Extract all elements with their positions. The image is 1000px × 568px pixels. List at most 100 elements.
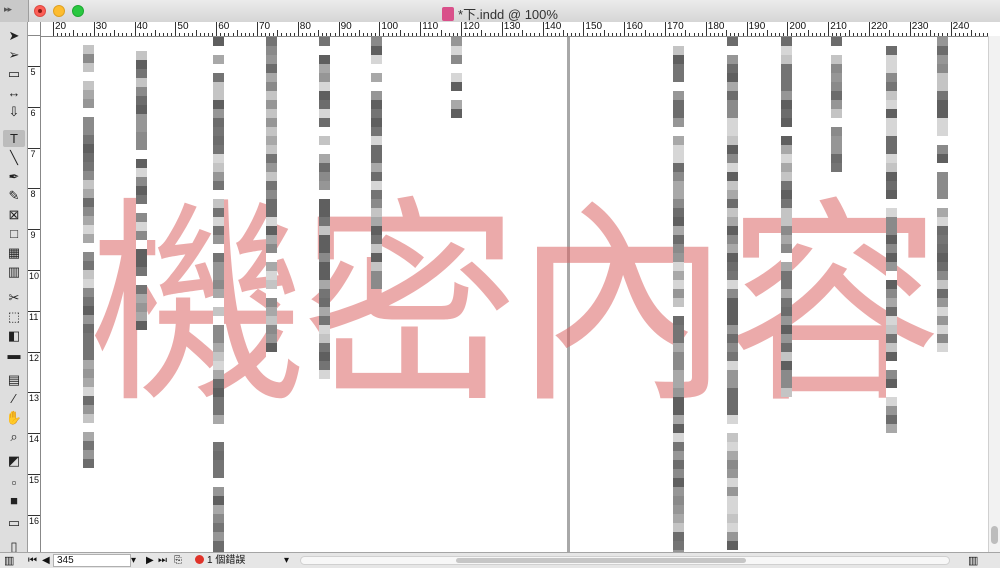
pen-tool-icon[interactable]: ✒ [3,168,25,185]
gradient-swatch-tool-icon[interactable]: ◧ [3,327,25,344]
horizontal-scrollbar[interactable] [300,556,950,565]
text-column[interactable] [937,37,948,352]
ruler-label: 130 [503,22,521,32]
ruler-label: 30 [95,22,107,32]
next-page-icon[interactable]: ▶ [146,554,154,568]
indd-document-icon [442,7,455,21]
vertical-scroll-thumb[interactable] [991,526,998,544]
page-menu-chevron-icon[interactable]: ▾ [131,554,136,568]
gradient-feather-tool-icon[interactable]: ▬ [3,346,25,363]
text-column[interactable] [371,37,382,289]
ruler-label: 11 [29,311,39,322]
grid-tool-icon[interactable]: ▥ [3,263,25,280]
ruler-origin[interactable] [28,22,41,36]
ruler-label: 140 [544,22,562,32]
ruler-label: 7 [30,148,36,159]
ruler-label: 8 [30,189,36,200]
page-tool-icon[interactable]: ▭ [3,65,25,82]
ruler-label: 100 [381,22,399,32]
ruler-label: 90 [340,22,352,32]
preflight-error-label: 1 個錯誤 [207,555,246,566]
vertical-scrollbar[interactable] [988,36,1000,552]
text-column[interactable] [319,37,330,379]
split-window-icon[interactable]: ▥ [968,554,978,568]
ruler-label: 170 [667,22,684,32]
ruler-label: 180 [707,22,725,32]
ruler-label: 210 [830,22,847,32]
line-tool-icon[interactable]: ╲ [3,149,25,166]
text-column[interactable] [213,37,224,552]
hand-tool-icon[interactable]: ✋ [3,409,25,426]
horizontal-ruler[interactable]: 20 30 40 50 60 70 80 90 100 110 120 130 140 150 160 170… [41,22,1000,37]
page-number-value: 345 [57,555,74,566]
title-bar: ▸▸ *下.indd @ 100% [0,0,1000,23]
ruler-label: 240 [952,22,970,32]
text-column[interactable] [266,37,277,361]
ruler-label: 200 [789,22,807,32]
type-tool-icon[interactable]: T [3,130,25,147]
text-column[interactable] [673,37,684,552]
default-fill-stroke-icon[interactable]: ▫ [3,474,25,491]
text-column[interactable] [83,45,94,468]
preflight-status[interactable]: 1 個錯誤 [195,554,245,568]
ruler-label: 20 [55,22,67,32]
horizontal-scroll-thumb[interactable] [456,558,746,563]
ruler-label: 13 [29,393,40,404]
gap-tool-icon[interactable]: ↔ [3,84,25,101]
ruler-label: 15 [29,475,40,485]
vertical-ruler[interactable]: 5 6 7 8 9 10 11 12 13 14 15 16 [28,36,41,552]
content-collector-tool-icon[interactable]: ⇩ [3,103,25,120]
ruler-label: 5 [30,67,36,77]
preflight-menu-chevron-icon[interactable]: ▾ [284,554,289,568]
ruler-label: 9 [30,230,36,241]
pencil-tool-icon[interactable]: ✎ [3,187,25,204]
ruler-label: 110 [422,22,439,32]
text-column[interactable] [136,42,147,330]
ruler-label: 190 [748,22,766,32]
note-tool-icon[interactable]: ▤ [3,371,25,388]
ruler-label: 150 [585,22,603,32]
text-column[interactable] [886,37,897,433]
text-column[interactable] [831,37,842,172]
selection-tool-icon[interactable]: ➤ [3,27,25,44]
open-page-icon[interactable]: ⎘ [174,554,182,568]
ruler-label: 40 [136,22,148,32]
eyedropper-tool-icon[interactable]: ⁄ [3,390,25,407]
ruler-label: 10 [29,271,40,281]
text-column[interactable] [727,37,738,550]
status-bar: ▥ ⏮ ◀ 345 ▾ ▶ ⏭ ⎘ 1 個錯誤 ▾ ▥ [0,552,1000,568]
ruler-label: 80 [299,22,311,32]
first-page-icon[interactable]: ⏮ [28,554,37,568]
ruler-label: 50 [177,22,189,32]
toolbox: ➤ ➢ ▭ ↔ ⇩ T ╲ ✒ ✎ ⊠ □ ▦ ▥ ✂ ⬚ ◧ ▬ ▤ ⁄ ✋ ⌕ ◩ ▫ ■ ▭ ▯ [0,22,28,568]
document-spread[interactable]: 機密內容 [41,37,988,552]
ruler-label: 160 [626,22,643,32]
text-column[interactable] [451,37,462,118]
free-transform-tool-icon[interactable]: ⬚ [3,308,25,325]
scissors-tool-icon[interactable]: ✂ [3,289,25,306]
preview-mode-icon[interactable]: ▥ [4,554,14,568]
ruler-label: 220 [871,22,888,32]
previous-page-icon[interactable]: ◀ [42,554,50,568]
ruler-label: 6 [30,107,36,118]
fill-swatch-icon[interactable]: ■ [3,492,25,509]
ruler-label: 230 [911,22,929,32]
rectangle-tool-icon[interactable]: □ [3,225,25,242]
ruler-label: 70 [259,22,271,32]
screen-mode-icon[interactable]: ▭ [3,514,25,531]
last-page-icon[interactable]: ⏭ [158,554,167,568]
page-number-field[interactable]: 345 [53,554,131,567]
table-tool-icon[interactable]: ▦ [3,244,25,261]
rectangle-frame-tool-icon[interactable]: ⊠ [3,206,25,223]
fill-stroke-swatch-icon[interactable]: ◩ [3,452,25,469]
ruler-label: 120 [463,22,480,32]
window-title-text: *下.indd @ 100% [458,7,558,22]
direct-selection-tool-icon[interactable]: ➢ [3,46,25,63]
ruler-label: 60 [218,22,230,32]
text-column[interactable] [781,37,792,397]
preflight-error-icon [195,555,204,564]
zoom-tool-icon[interactable]: ⌕ [3,428,25,445]
ruler-label: 16 [29,515,40,526]
ruler-label: 12 [29,352,40,363]
ruler-label: 14 [29,434,40,445]
